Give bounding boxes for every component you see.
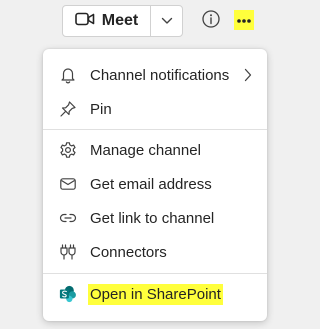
- menu-item-label: Connectors: [90, 243, 167, 261]
- menu-divider: [43, 129, 267, 130]
- link-icon: [59, 209, 77, 227]
- menu-item-label: Get email address: [90, 175, 212, 193]
- channel-options-menu: Channel notifications Pin Manage channel…: [43, 49, 267, 321]
- channel-info-button[interactable]: [200, 9, 222, 34]
- menu-item-get-email-address[interactable]: Get email address: [43, 168, 267, 200]
- menu-item-label: Manage channel: [90, 141, 201, 159]
- more-options-button[interactable]: [234, 10, 254, 30]
- menu-item-connectors[interactable]: Connectors: [43, 236, 267, 268]
- menu-item-label: Channel notifications: [90, 66, 230, 84]
- menu-item-open-in-sharepoint[interactable]: Open in SharePoint: [43, 278, 267, 310]
- info-icon: [201, 9, 221, 34]
- meet-dropdown-button[interactable]: [151, 6, 182, 36]
- sharepoint-icon: [59, 285, 77, 303]
- meet-button[interactable]: Meet: [63, 6, 151, 36]
- gear-icon: [59, 141, 77, 159]
- more-options-icon: [236, 11, 252, 29]
- envelope-icon: [59, 175, 77, 193]
- plug-icon: [59, 243, 77, 261]
- menu-divider: [43, 273, 267, 274]
- menu-item-pin[interactable]: Pin: [43, 93, 267, 125]
- chevron-down-icon: [161, 12, 173, 30]
- channel-header-toolbar: Meet: [0, 0, 276, 46]
- meet-button-group: Meet: [62, 5, 183, 37]
- menu-item-manage-channel[interactable]: Manage channel: [43, 134, 267, 166]
- meet-label: Meet: [101, 12, 139, 29]
- menu-item-label: Open in SharePoint: [88, 283, 223, 305]
- pin-icon: [59, 100, 77, 118]
- menu-item-label: Pin: [90, 100, 112, 118]
- bell-icon: [59, 66, 77, 84]
- menu-item-get-link-to-channel[interactable]: Get link to channel: [43, 202, 267, 234]
- menu-item-channel-notifications[interactable]: Channel notifications: [43, 59, 267, 91]
- video-camera-icon: [74, 11, 95, 32]
- menu-item-label: Get link to channel: [90, 209, 215, 227]
- chevron-right-icon: [243, 68, 253, 82]
